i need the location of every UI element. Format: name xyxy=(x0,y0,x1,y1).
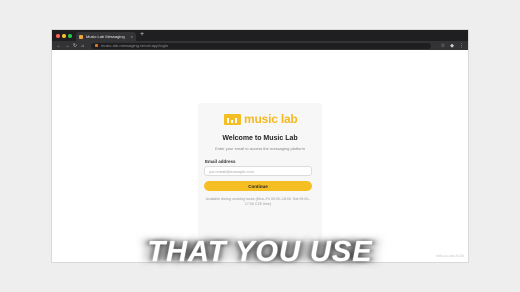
reload-icon[interactable]: ↻ xyxy=(71,43,79,49)
new-tab-button[interactable]: + xyxy=(140,31,144,38)
menu-icon[interactable]: ⋮ xyxy=(459,43,464,49)
browser-window: Music Lab Messaging × + ← → ↻ ⌂ music-la… xyxy=(52,30,468,262)
back-icon[interactable]: ← xyxy=(55,43,63,49)
extensions-icon[interactable]: ◆ xyxy=(450,43,454,49)
favicon-icon xyxy=(79,34,83,39)
email-field[interactable] xyxy=(204,166,312,176)
tab-bar: Music Lab Messaging × + xyxy=(52,30,468,41)
email-label: Email address xyxy=(205,159,236,164)
site-icon xyxy=(95,44,98,47)
maximize-window-button[interactable] xyxy=(68,34,72,38)
logo: music lab xyxy=(224,112,298,126)
logo-mark-icon xyxy=(224,113,241,125)
availability-note: Available during working hours (Mon–Fri … xyxy=(205,197,311,206)
forward-icon[interactable]: → xyxy=(63,43,71,49)
close-window-button[interactable] xyxy=(56,34,60,38)
browser-tab[interactable]: Music Lab Messaging × xyxy=(76,32,136,41)
page-subtitle: Enter your email to access the messaging… xyxy=(215,146,305,151)
tab-close-icon[interactable]: × xyxy=(131,34,133,39)
page-title: Welcome to Music Lab xyxy=(222,135,298,142)
video-caption: THAT YOU USE xyxy=(147,236,373,268)
logo-text: music lab xyxy=(244,112,298,126)
home-icon[interactable]: ⌂ xyxy=(79,43,87,49)
star-icon[interactable]: ☆ xyxy=(441,43,445,49)
minimize-window-button[interactable] xyxy=(62,34,66,38)
browser-toolbar: ← → ↻ ⌂ music-lab-messaging.vercel.app/l… xyxy=(52,41,468,50)
tab-title: Music Lab Messaging xyxy=(86,34,125,39)
continue-button[interactable]: Continue xyxy=(204,181,312,191)
address-bar[interactable]: music-lab-messaging.vercel.app/login xyxy=(91,42,431,49)
url-text: music-lab-messaging.vercel.app/login xyxy=(101,43,168,48)
login-card: music lab Welcome to Music Lab Enter you… xyxy=(198,103,322,240)
